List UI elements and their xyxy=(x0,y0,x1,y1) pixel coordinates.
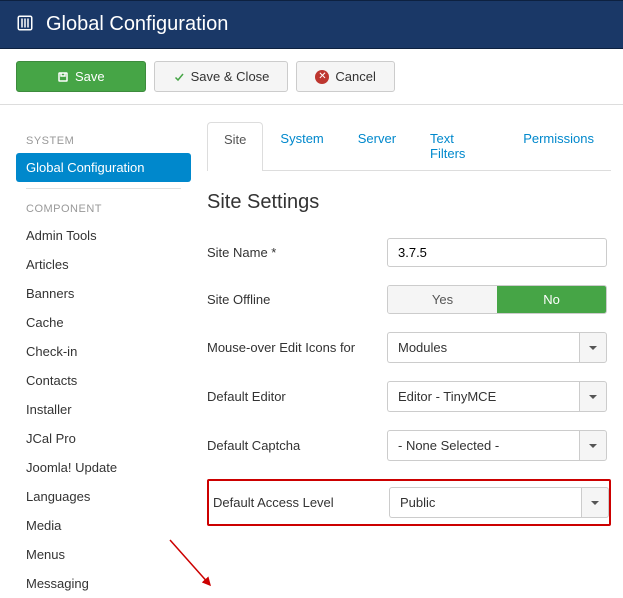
check-icon xyxy=(173,71,185,83)
tab-server[interactable]: Server xyxy=(341,121,413,170)
chevron-down-icon[interactable] xyxy=(579,332,607,363)
site-name-input[interactable] xyxy=(387,238,607,267)
sidebar-item-cache[interactable]: Cache xyxy=(16,308,191,337)
tab-text-filters[interactable]: Text Filters xyxy=(413,121,506,170)
default-captcha-select[interactable]: - None Selected - xyxy=(387,430,607,461)
apply-icon xyxy=(57,71,69,83)
sidebar-component-heading: COMPONENT xyxy=(16,197,191,221)
site-offline-no[interactable]: No xyxy=(497,286,606,313)
site-name-label: Site Name * xyxy=(207,245,387,260)
mouse-over-value: Modules xyxy=(387,332,579,363)
save-label: Save xyxy=(75,69,105,84)
cancel-label: Cancel xyxy=(335,69,375,84)
default-access-value: Public xyxy=(389,487,581,518)
mouse-over-select[interactable]: Modules xyxy=(387,332,607,363)
sidebar-item-languages[interactable]: Languages xyxy=(16,482,191,511)
sidebar: SYSTEM Global Configuration COMPONENT Ad… xyxy=(0,105,191,598)
sidebar-item-admin-tools[interactable]: Admin Tools xyxy=(16,221,191,250)
site-offline-toggle: Yes No xyxy=(387,285,607,314)
chevron-down-icon[interactable] xyxy=(579,430,607,461)
field-site-name: Site Name * xyxy=(207,238,611,267)
sidebar-item-messaging[interactable]: Messaging xyxy=(16,569,191,598)
default-access-label: Default Access Level xyxy=(213,495,389,510)
main-area: SYSTEM Global Configuration COMPONENT Ad… xyxy=(0,105,623,598)
tab-system[interactable]: System xyxy=(263,121,340,170)
save-button[interactable]: Save xyxy=(16,61,146,92)
field-site-offline: Site Offline Yes No xyxy=(207,285,611,314)
field-default-access-level: Default Access Level Public xyxy=(207,479,611,526)
chevron-down-icon[interactable] xyxy=(581,487,609,518)
toolbar: Save Save & Close ✕ Cancel xyxy=(0,49,623,105)
default-editor-value: Editor - TinyMCE xyxy=(387,381,579,412)
field-default-captcha: Default Captcha - None Selected - xyxy=(207,430,611,461)
sidebar-system-heading: SYSTEM xyxy=(16,129,191,153)
sidebar-item-global-configuration[interactable]: Global Configuration xyxy=(16,153,191,182)
field-mouse-over: Mouse-over Edit Icons for Modules xyxy=(207,332,611,363)
save-close-button[interactable]: Save & Close xyxy=(154,61,289,92)
sliders-icon xyxy=(16,14,34,35)
cancel-button[interactable]: ✕ Cancel xyxy=(296,61,394,92)
tab-permissions[interactable]: Permissions xyxy=(506,121,611,170)
divider xyxy=(26,188,181,189)
default-captcha-label: Default Captcha xyxy=(207,438,387,453)
default-editor-label: Default Editor xyxy=(207,389,387,404)
tab-bar: Site System Server Text Filters Permissi… xyxy=(207,121,611,171)
sidebar-item-media[interactable]: Media xyxy=(16,511,191,540)
cancel-icon: ✕ xyxy=(315,70,329,84)
default-captcha-value: - None Selected - xyxy=(387,430,579,461)
tab-site[interactable]: Site xyxy=(207,122,263,171)
sidebar-item-articles[interactable]: Articles xyxy=(16,250,191,279)
sidebar-item-check-in[interactable]: Check-in xyxy=(16,337,191,366)
sidebar-item-banners[interactable]: Banners xyxy=(16,279,191,308)
sidebar-item-installer[interactable]: Installer xyxy=(16,395,191,424)
default-access-select[interactable]: Public xyxy=(389,487,609,518)
sidebar-item-joomla-update[interactable]: Joomla! Update xyxy=(16,453,191,482)
page-title: Global Configuration xyxy=(46,13,228,36)
sidebar-item-contacts[interactable]: Contacts xyxy=(16,366,191,395)
save-close-label: Save & Close xyxy=(191,69,270,84)
site-offline-label: Site Offline xyxy=(207,292,387,307)
field-default-editor: Default Editor Editor - TinyMCE xyxy=(207,381,611,412)
sidebar-item-jcal-pro[interactable]: JCal Pro xyxy=(16,424,191,453)
site-offline-yes[interactable]: Yes xyxy=(388,286,497,313)
default-editor-select[interactable]: Editor - TinyMCE xyxy=(387,381,607,412)
chevron-down-icon[interactable] xyxy=(579,381,607,412)
page-header: Global Configuration xyxy=(0,0,623,49)
section-title: Site Settings xyxy=(207,191,611,214)
mouse-over-label: Mouse-over Edit Icons for xyxy=(207,340,387,355)
sidebar-item-menus[interactable]: Menus xyxy=(16,540,191,569)
content-panel: Site System Server Text Filters Permissi… xyxy=(191,105,623,598)
